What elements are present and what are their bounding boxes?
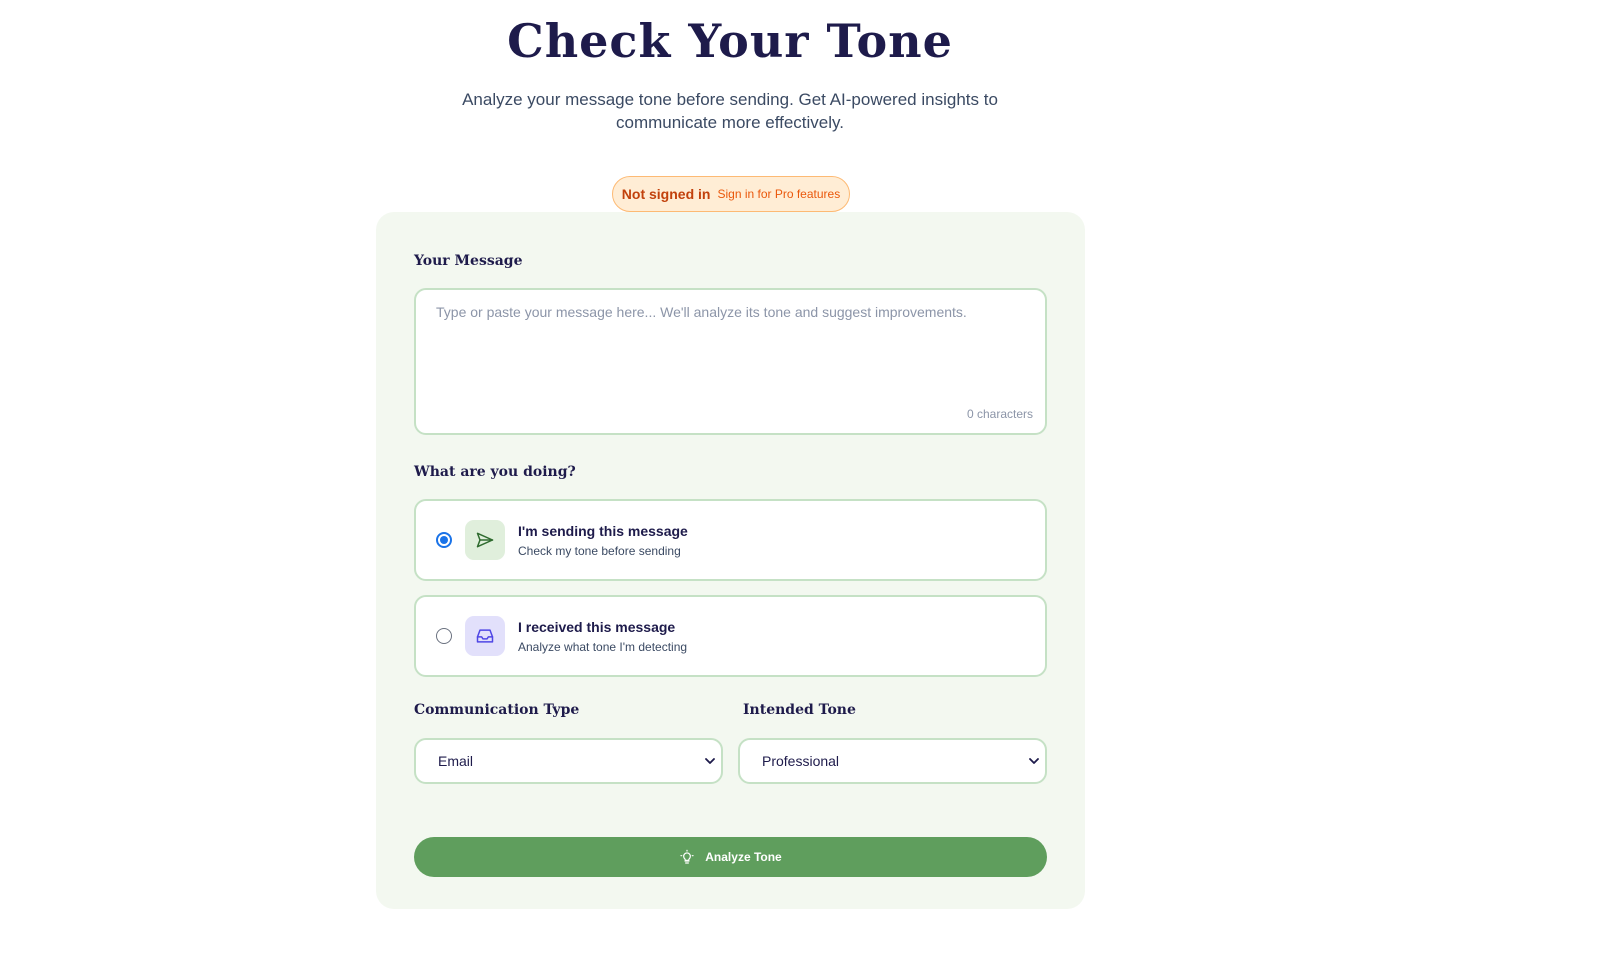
option-description: Check my tone before sending	[518, 543, 681, 558]
page-subtitle: Analyze your message tone before sending…	[462, 90, 998, 132]
intended-tone-value: Professional	[762, 753, 840, 769]
option-description: Analyze what tone I'm detecting	[518, 639, 688, 654]
radio-received[interactable]	[436, 628, 452, 644]
intended-tone-label: Intended Tone	[743, 702, 856, 718]
analyze-tone-label: Analyze Tone	[705, 850, 782, 864]
page-title: Check Your Tone	[507, 14, 953, 68]
status-label: Not signed in	[621, 186, 711, 202]
sign-in-status-badge[interactable]: Not signed in Sign in for Pro features	[612, 176, 850, 212]
mode-label: What are you doing?	[414, 464, 576, 480]
message-input[interactable]	[416, 290, 1045, 433]
mode-option-sending[interactable]: I'm sending this message Check my tone b…	[414, 499, 1047, 581]
lightbulb-icon	[680, 849, 694, 864]
page: Check Your Tone Analyze your message ton…	[0, 0, 1600, 980]
mode-option-received[interactable]: I received this message Analyze what ton…	[414, 595, 1047, 677]
chevron-down-icon	[705, 758, 715, 764]
intended-tone-select[interactable]: Professional	[738, 738, 1047, 784]
received-text: I received this message Analyze what ton…	[518, 619, 687, 654]
status-hint: Sign in for Pro features	[717, 187, 841, 201]
analyze-tone-button[interactable]: Analyze Tone	[414, 837, 1047, 877]
message-label: Your Message	[414, 253, 523, 269]
radio-sending[interactable]	[436, 532, 452, 548]
tone-form-card: Your Message 0 characters What are you d…	[376, 212, 1085, 909]
option-title: I received this message	[518, 618, 676, 635]
send-icon	[465, 520, 505, 560]
message-field: 0 characters	[414, 288, 1047, 435]
chevron-down-icon	[1029, 758, 1039, 764]
sending-text: I'm sending this message Check my tone b…	[518, 523, 688, 558]
char-count: 0 characters	[966, 407, 1033, 421]
option-title: I'm sending this message	[518, 522, 688, 539]
communication-type-value: Email	[438, 753, 474, 769]
inbox-icon	[465, 616, 505, 656]
communication-type-label: Communication Type	[414, 702, 580, 718]
communication-type-select[interactable]: Email	[414, 738, 723, 784]
